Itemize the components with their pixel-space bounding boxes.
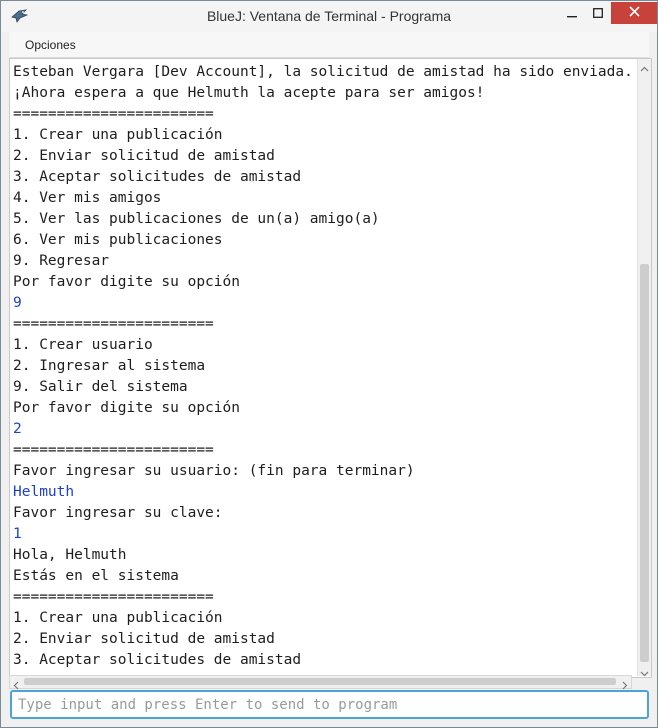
terminal-output-line: ======================= [13, 316, 214, 332]
terminal-output-line: Favor ingresar su clave: [13, 505, 223, 521]
title-bar[interactable]: BlueJ: Ventana de Terminal - Programa [1, 1, 657, 32]
terminal-text: Esteban Vergara [Dev Account], la solici… [13, 62, 633, 671]
terminal-output-line: 2. Enviar solicitud de amistad [13, 148, 275, 164]
menu-options[interactable]: Opciones [25, 38, 76, 52]
terminal-input-box[interactable] [10, 690, 649, 719]
horizontal-scroll-thumb[interactable] [24, 678, 616, 685]
maximize-icon [593, 5, 603, 23]
scroll-right-arrow-icon[interactable] [620, 677, 629, 690]
terminal-output-line: Esteban Vergara [Dev Account], la solici… [13, 64, 633, 80]
terminal-output-line: ======================= [13, 442, 214, 458]
terminal-output-line: 9. Regresar [13, 253, 110, 269]
terminal-user-input-line: Helmuth [13, 484, 75, 500]
terminal-output-line: 1. Crear una publicación [13, 610, 223, 626]
terminal-output-line: ======================= [13, 589, 214, 605]
terminal-output-line: Por favor digite su opción [13, 400, 240, 416]
horizontal-scrollbar[interactable] [9, 675, 632, 690]
terminal-output-line: 3. Aceptar solicitudes de amistad [13, 169, 302, 185]
terminal-output-line: ======================= [13, 106, 214, 122]
terminal-output-line: ¡Ahora espera a que Helmuth la acepte pa… [13, 85, 485, 101]
terminal-output-line: 1. Crear una publicación [13, 127, 223, 143]
terminal-output-line: 4. Ver mis amigos [13, 190, 162, 206]
maximize-button[interactable] [585, 1, 611, 27]
terminal-output-line: Por favor digite su opción [13, 274, 240, 290]
terminal-user-input-line: 2 [13, 421, 22, 437]
terminal-user-input-line: 9 [13, 295, 22, 311]
terminal-output[interactable]: Esteban Vergara [Dev Account], la solici… [9, 58, 652, 678]
terminal-output-line: 2. Enviar solicitud de amistad [13, 631, 275, 647]
vertical-scroll-thumb[interactable] [640, 264, 649, 662]
terminal-output-line: 3. Aceptar solicitudes de amistad [13, 652, 302, 668]
scroll-down-arrow-icon[interactable] [640, 665, 649, 677]
vertical-scrollbar[interactable] [637, 59, 651, 677]
minimize-button[interactable] [559, 1, 585, 27]
terminal-user-input-line: 1 [13, 526, 22, 542]
terminal-output-line: 2. Ingresar al sistema [13, 358, 206, 374]
terminal-output-line: Favor ingresar su usuario: (fin para ter… [13, 463, 415, 479]
menu-bar: Opciones [9, 32, 649, 58]
terminal-output-line: 1. Crear usuario [13, 337, 153, 353]
terminal-input[interactable] [18, 695, 638, 714]
terminal-output-line: Hola, Helmuth [13, 547, 127, 563]
scroll-left-arrow-icon[interactable] [12, 677, 21, 690]
close-button[interactable] [611, 2, 657, 24]
terminal-output-line: 5. Ver las publicaciones de un(a) amigo(… [13, 211, 380, 227]
close-icon [628, 4, 640, 22]
minimize-icon [567, 5, 577, 23]
terminal-window: BlueJ: Ventana de Terminal - Programa Op… [0, 0, 658, 728]
terminal-output-line: 9. Salir del sistema [13, 379, 188, 395]
scroll-up-arrow-icon[interactable] [640, 61, 649, 72]
terminal-output-line: Estás en el sistema [13, 568, 179, 584]
terminal-output-line: 6. Ver mis publicaciones [13, 232, 223, 248]
